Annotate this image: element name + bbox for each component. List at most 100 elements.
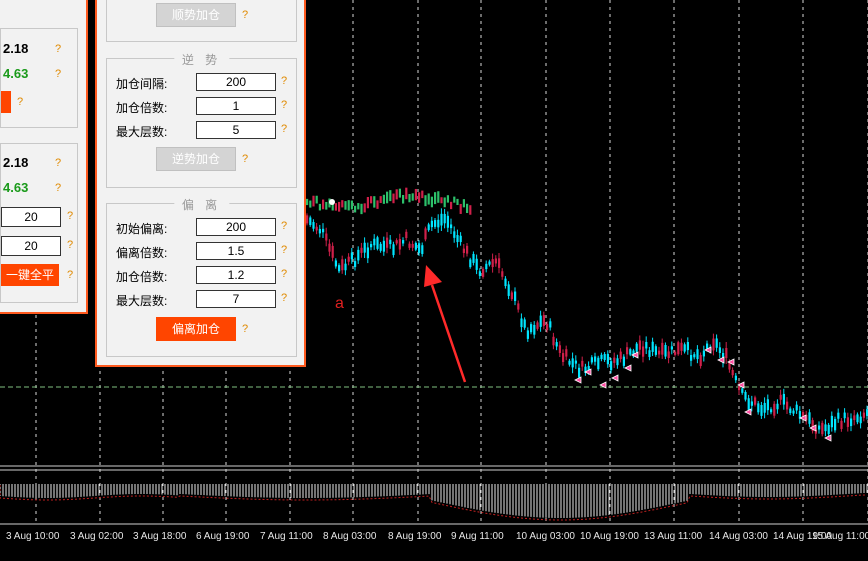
help-icon[interactable]: ? [281, 75, 287, 87]
deviation-max-layers-input[interactable]: 7 [196, 290, 276, 308]
candle-body [821, 422, 824, 435]
candle-body [315, 226, 318, 231]
help-icon[interactable]: ? [281, 123, 287, 135]
candle-body [398, 239, 401, 250]
time-axis-label: 3 Aug 02:00 [70, 531, 124, 542]
candle-body [683, 344, 686, 352]
candle-body [440, 213, 443, 226]
lot-input-2[interactable]: 20 [1, 236, 61, 256]
candle-body [331, 245, 334, 258]
help-icon[interactable]: ? [55, 43, 61, 55]
candle-body [744, 391, 747, 400]
candle-body [309, 200, 312, 208]
candle-body [648, 350, 651, 357]
candle-body [360, 247, 363, 253]
candle-body [325, 201, 328, 210]
candle-body [360, 203, 363, 215]
deviation-initial-input[interactable]: 200 [196, 218, 276, 236]
candle-body [830, 415, 833, 428]
candle-body [674, 351, 677, 355]
candle-body [366, 247, 369, 259]
candle-body [568, 360, 571, 365]
help-icon[interactable]: ? [67, 269, 73, 281]
candle-body [318, 228, 321, 234]
deviation-add-multiple-input[interactable]: 1.2 [196, 266, 276, 284]
candle-body [363, 242, 366, 253]
close-all-button[interactable]: 一键全平 [1, 264, 59, 286]
help-icon[interactable]: ? [281, 220, 287, 232]
candle-body [411, 193, 414, 201]
help-icon[interactable]: ? [281, 292, 287, 304]
help-icon[interactable]: ? [67, 239, 73, 251]
candle-body [782, 393, 785, 405]
trade-marker-icon [574, 376, 582, 384]
candle-body [786, 401, 789, 410]
help-icon[interactable]: ? [55, 68, 61, 80]
candle-body [357, 203, 360, 210]
candle-body [376, 237, 379, 249]
counter-multiple-input[interactable]: 1 [196, 97, 276, 115]
help-icon[interactable]: ? [242, 323, 248, 335]
help-icon[interactable]: ? [281, 99, 287, 111]
candle-body [344, 201, 347, 210]
help-icon[interactable]: ? [281, 268, 287, 280]
help-icon[interactable]: ? [17, 96, 23, 108]
candle-body [322, 199, 325, 210]
help-icon[interactable]: ? [55, 157, 61, 169]
candle-body [456, 198, 459, 206]
help-icon[interactable]: ? [242, 9, 248, 21]
candle-body [453, 196, 456, 203]
deviation-add-button[interactable]: 偏离加仓 [156, 317, 236, 341]
candle-body [459, 203, 462, 214]
counter-interval-input[interactable]: 200 [196, 73, 276, 91]
indicator-signal-line [0, 485, 868, 521]
counter-max-layers-input[interactable]: 5 [196, 121, 276, 139]
candle-body [386, 191, 389, 204]
candle-body [504, 278, 507, 287]
candle-body [731, 369, 734, 376]
candle-body [581, 360, 584, 367]
candle-body [802, 411, 805, 417]
candle-body [734, 375, 737, 381]
lot-input-1[interactable]: 20 [1, 207, 61, 227]
candle-body [414, 188, 417, 201]
candle-body [498, 258, 501, 268]
time-axis-label: 10 Aug 03:00 [516, 531, 575, 542]
time-axis-label: 13 Aug 11:00 [644, 531, 703, 542]
candle-body [699, 354, 702, 367]
trade-marker-icon [624, 364, 632, 372]
candle-body [414, 242, 417, 250]
candle-body [354, 261, 357, 268]
candle-body [434, 220, 437, 227]
candle-body [712, 338, 715, 351]
candle-body [606, 353, 609, 365]
candle-body [443, 197, 446, 208]
candle-body [696, 349, 699, 360]
candle-body [443, 213, 446, 224]
trend-add-button[interactable]: 顺势加仓 [156, 3, 236, 27]
candle-body [856, 414, 859, 423]
help-icon[interactable]: ? [281, 244, 287, 256]
candle-body [395, 189, 398, 200]
candle-body [776, 403, 779, 410]
deviation-label-initial: 初始偏离: [116, 222, 168, 236]
candle-body [402, 240, 405, 244]
candle-body [645, 341, 648, 349]
help-icon[interactable]: ? [67, 210, 73, 222]
deviation-multiple-input[interactable]: 1.5 [196, 242, 276, 260]
candle-body [837, 412, 840, 419]
counter-add-button[interactable]: 逆势加仓 [156, 147, 236, 171]
help-icon[interactable]: ? [242, 153, 248, 165]
candle-body [450, 224, 453, 229]
help-icon[interactable]: ? [55, 182, 61, 194]
candle-body [616, 358, 619, 366]
left-orange-button-partial[interactable] [1, 91, 11, 113]
candle-body [840, 420, 843, 429]
candle-body [418, 192, 421, 203]
candle-body [376, 200, 379, 209]
candle-body [517, 303, 520, 310]
candle-body [824, 424, 827, 432]
candle-body [408, 243, 411, 248]
candle-body [392, 244, 395, 256]
candle-body [613, 357, 616, 363]
